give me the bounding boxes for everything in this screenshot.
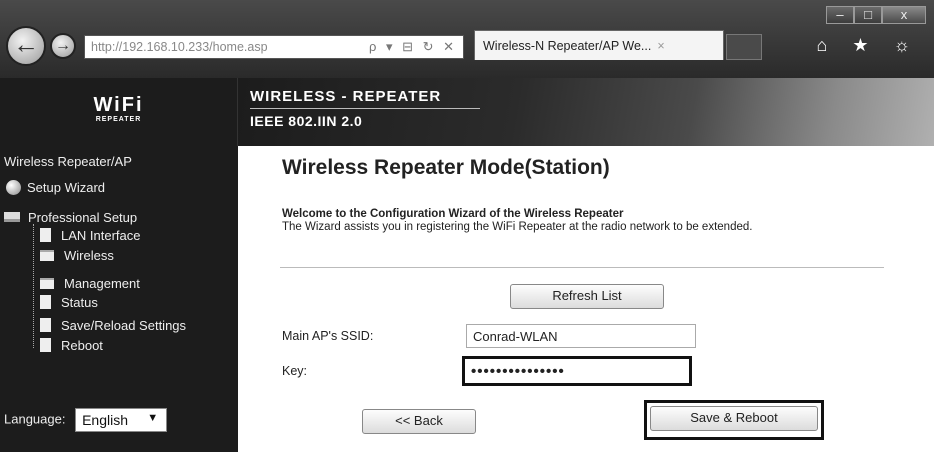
back-button[interactable]: << Back bbox=[362, 409, 476, 434]
tab-title: Wireless-N Repeater/AP We... bbox=[483, 39, 652, 53]
back-arrow-icon: ← bbox=[13, 29, 39, 59]
sidebar-item-lan-interface[interactable]: LAN Interface bbox=[40, 228, 141, 243]
sidebar-item-setup-wizard[interactable]: Setup Wizard bbox=[6, 180, 105, 195]
sidebar-header: Wireless Repeater/AP bbox=[4, 154, 132, 169]
home-star-gear-icons[interactable]: ⌂ ★ ☼ bbox=[816, 35, 920, 56]
document-icon bbox=[40, 318, 51, 332]
sidebar-item-status[interactable]: Status bbox=[40, 295, 98, 310]
tab-close-icon[interactable]: × bbox=[657, 39, 664, 53]
address-bar[interactable]: http://192.168.10.233/home.asp ρ ▾ ⊟ ↻ ✕ bbox=[84, 35, 464, 59]
tree-lines bbox=[33, 224, 34, 348]
chevron-down-icon: ▼ bbox=[147, 412, 159, 424]
header-banner: WIRELESS - REPEATER IEEE 802.IIN 2.0 bbox=[238, 78, 934, 146]
document-icon bbox=[40, 295, 51, 309]
url-path: /home.asp bbox=[209, 40, 268, 54]
document-icon bbox=[40, 338, 51, 352]
browser-chrome: – □ x ← → http://192.168.10.233/home.asp… bbox=[0, 0, 934, 78]
logo-wifi-text: WiFi bbox=[93, 94, 144, 116]
intro-heading: Welcome to the Configuration Wizard of t… bbox=[282, 208, 624, 220]
globe-icon bbox=[6, 180, 21, 195]
wifi-logo: WiFi REPEATER bbox=[0, 78, 238, 146]
ssid-input[interactable]: Conrad-WLAN bbox=[466, 324, 696, 348]
sidebar-item-label: Reboot bbox=[61, 338, 103, 353]
address-tools-icons[interactable]: ρ ▾ ⊟ ↻ ✕ bbox=[369, 39, 457, 55]
router-header: WiFi REPEATER WIRELESS - REPEATER IEEE 8… bbox=[0, 78, 934, 146]
language-select[interactable]: English ▼ bbox=[75, 408, 168, 432]
browser-back-button[interactable]: ← bbox=[6, 26, 46, 66]
divider bbox=[280, 267, 884, 268]
intro-text: The Wizard assists you in registering th… bbox=[282, 221, 753, 233]
sidebar-item-label: LAN Interface bbox=[61, 228, 141, 243]
new-tab-button[interactable] bbox=[726, 34, 762, 60]
close-window-button[interactable]: x bbox=[882, 6, 926, 24]
computer-icon bbox=[4, 212, 20, 222]
language-label: Language: bbox=[4, 411, 66, 427]
url-host: http://192.168.10.233 bbox=[91, 40, 210, 54]
folder-icon bbox=[40, 250, 54, 261]
sidebar-item-label: Setup Wizard bbox=[27, 180, 106, 195]
refresh-list-button[interactable]: Refresh List bbox=[510, 284, 664, 309]
save-reboot-button[interactable]: Save & Reboot bbox=[650, 406, 818, 431]
logo-repeater-text: REPEATER bbox=[95, 116, 142, 123]
sidebar-item-label: Professional Setup bbox=[28, 210, 138, 225]
minimize-button[interactable]: – bbox=[826, 6, 854, 24]
banner-rule bbox=[250, 108, 480, 109]
sidebar: Wireless Repeater/AP Setup Wizard Profes… bbox=[0, 146, 238, 452]
document-icon bbox=[40, 228, 51, 242]
browser-tab[interactable]: Wireless-N Repeater/AP We... × bbox=[474, 30, 724, 60]
ssid-label: Main AP's SSID: bbox=[282, 329, 374, 343]
language-value: English bbox=[82, 412, 128, 428]
sidebar-item-label: Status bbox=[61, 295, 98, 310]
forward-arrow-icon: → bbox=[55, 37, 71, 54]
banner-title: WIRELESS - REPEATER bbox=[250, 88, 442, 105]
sidebar-item-label: Management bbox=[64, 276, 140, 291]
key-input[interactable]: ••••••••••••••• bbox=[462, 356, 692, 386]
page-title: Wireless Repeater Mode(Station) bbox=[282, 156, 610, 179]
wizard-intro: Welcome to the Configuration Wizard of t… bbox=[282, 208, 882, 234]
sidebar-item-save-reload[interactable]: Save/Reload Settings bbox=[40, 318, 186, 333]
browser-forward-button[interactable]: → bbox=[50, 33, 76, 59]
main-content: Wireless Repeater Mode(Station) Welcome … bbox=[238, 146, 934, 452]
sidebar-item-label: Wireless bbox=[64, 248, 114, 263]
sidebar-item-management[interactable]: Management bbox=[40, 276, 140, 291]
maximize-button[interactable]: □ bbox=[854, 6, 882, 24]
language-row: Language: English ▼ bbox=[4, 408, 168, 432]
sidebar-item-wireless[interactable]: Wireless bbox=[40, 248, 114, 263]
window-controls: – □ x bbox=[826, 6, 926, 24]
sidebar-item-reboot[interactable]: Reboot bbox=[40, 338, 103, 353]
key-label: Key: bbox=[282, 364, 308, 378]
sidebar-item-professional-setup[interactable]: Professional Setup bbox=[4, 210, 137, 225]
folder-icon bbox=[40, 278, 54, 289]
sidebar-item-label: Save/Reload Settings bbox=[61, 318, 187, 333]
banner-subtitle: IEEE 802.IIN 2.0 bbox=[250, 113, 363, 129]
